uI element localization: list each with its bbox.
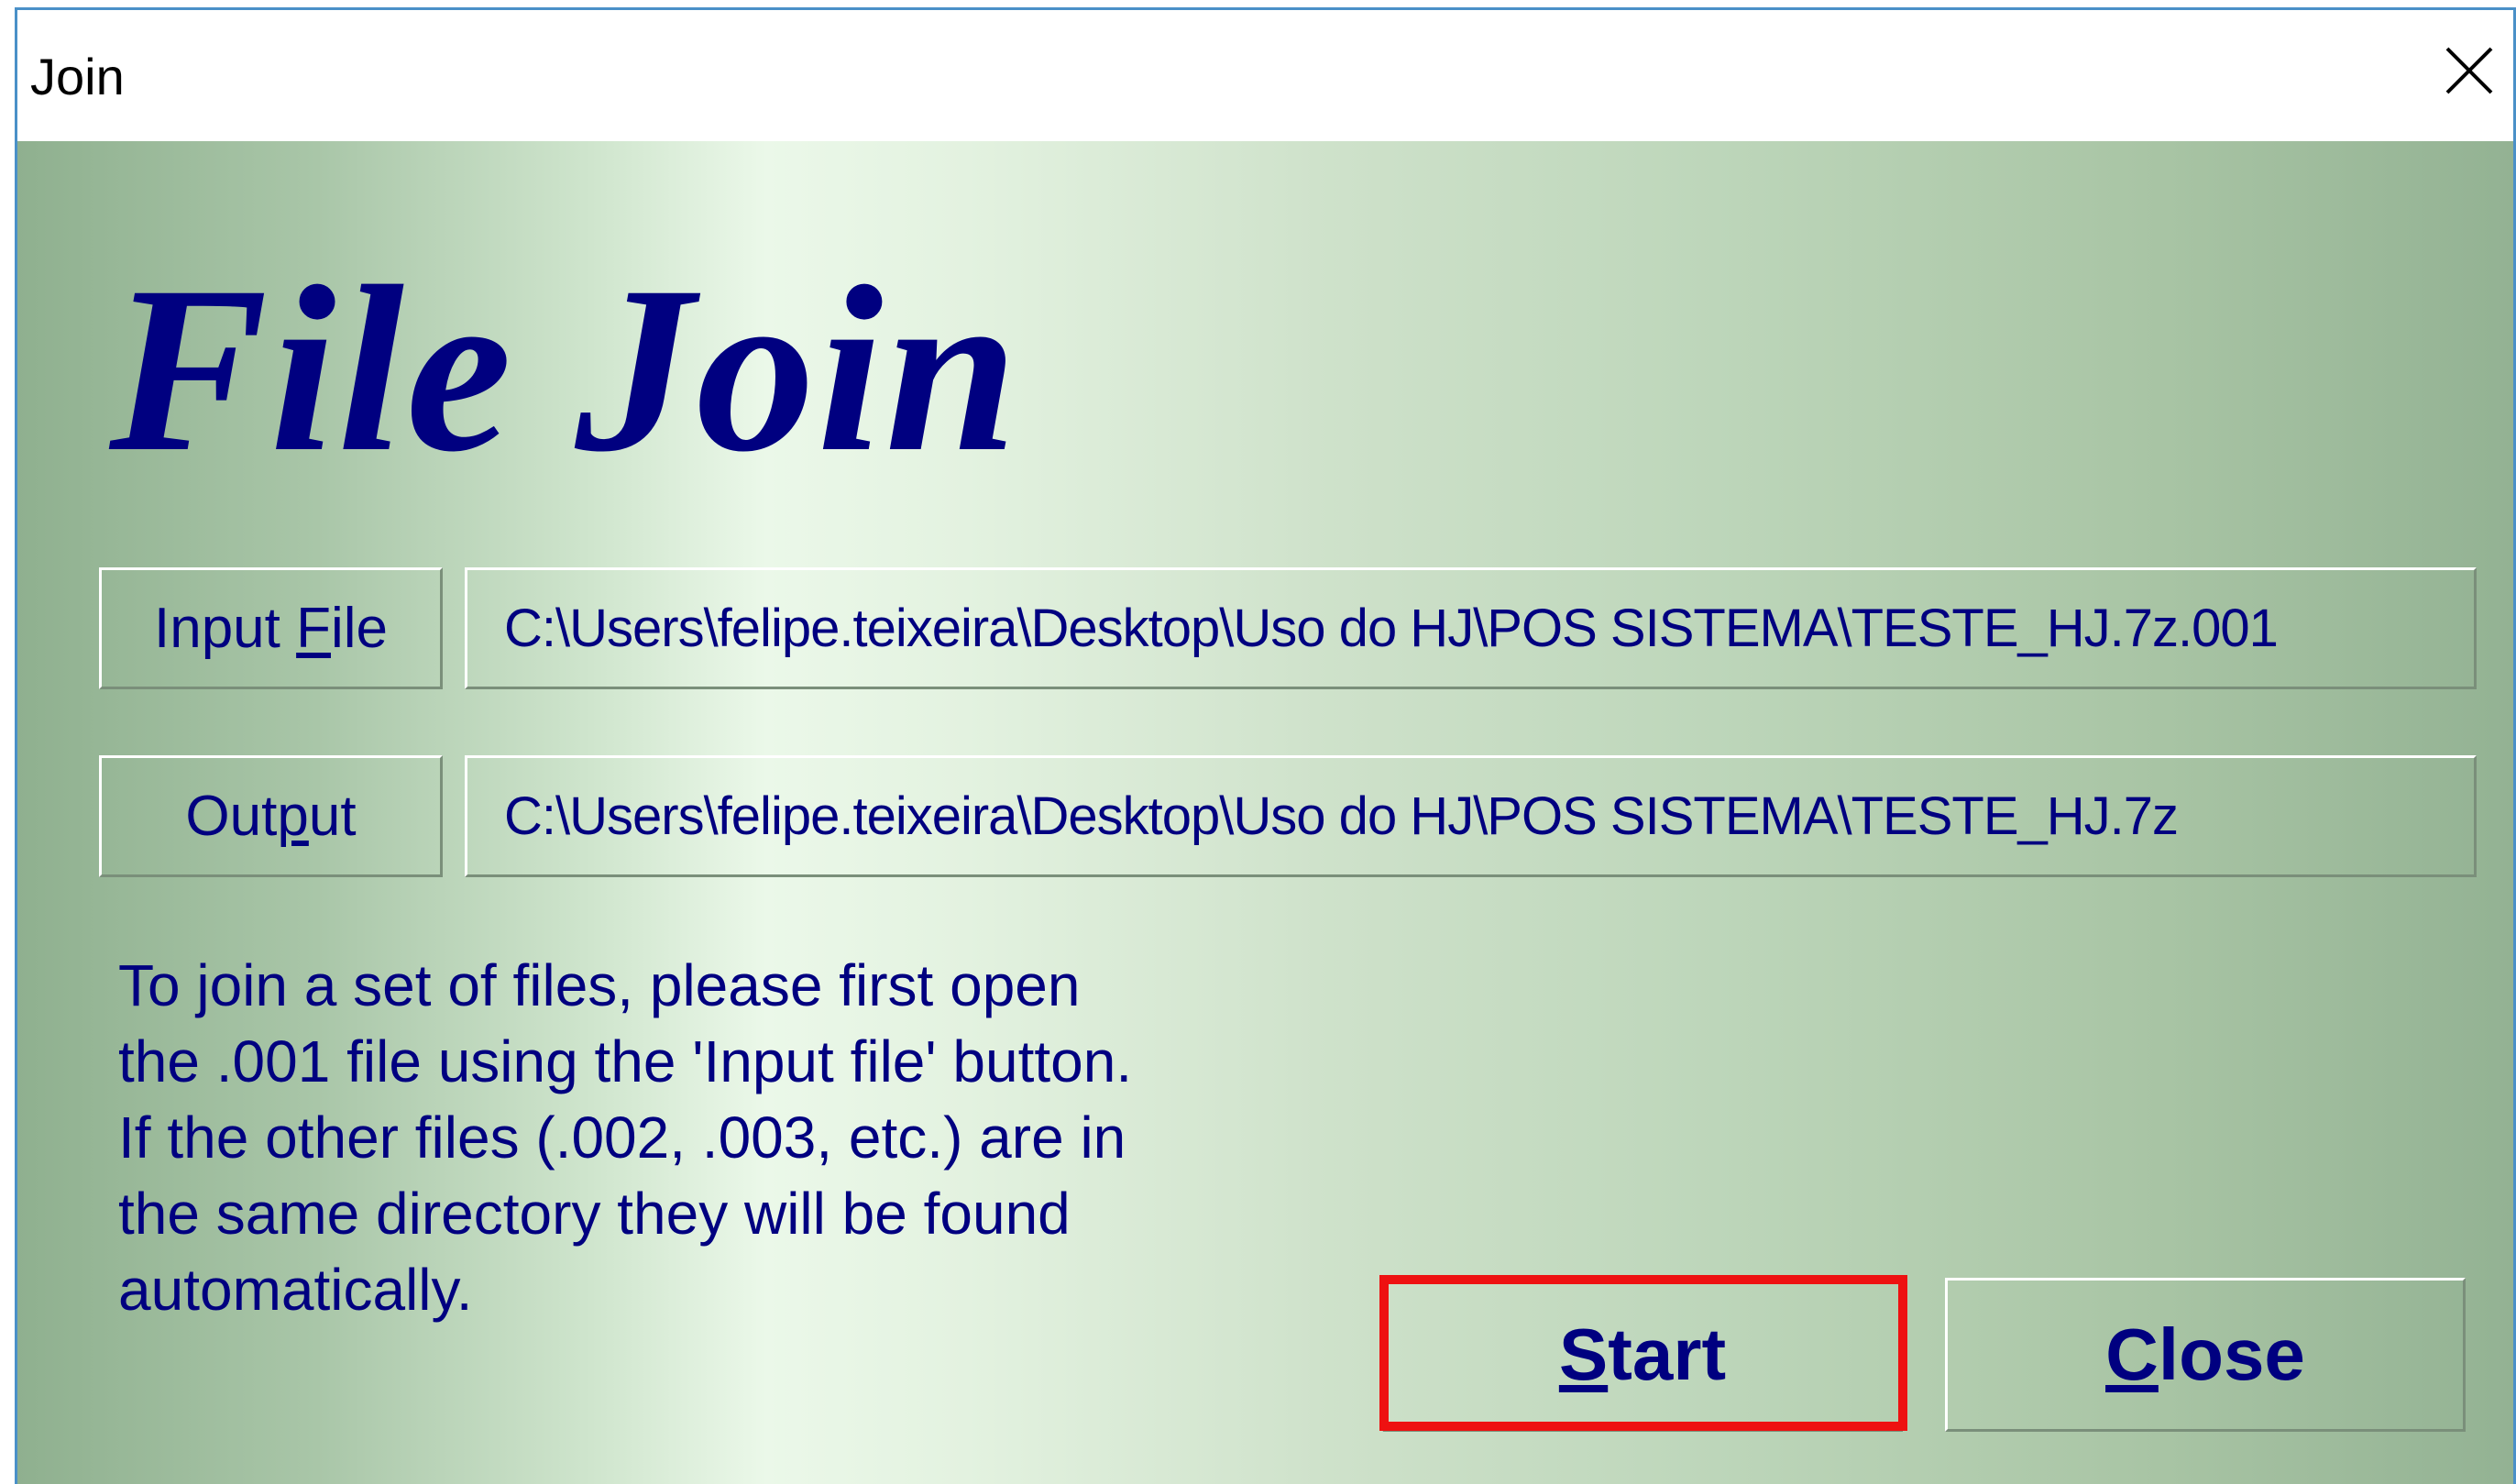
close-icon[interactable] (2442, 43, 2497, 98)
instructions-line: automatically. (118, 1257, 473, 1323)
instructions-line: To join a set of files, please first ope… (118, 952, 1081, 1018)
output-path[interactable]: C:\Users\felipe.teixeira\Desktop\Uso do … (465, 755, 2477, 877)
instructions-line: If the other files (.002, .003, etc.) ar… (118, 1105, 1126, 1171)
output-button[interactable]: Output (99, 755, 443, 877)
instructions-text: To join a set of files, please first ope… (118, 948, 1264, 1328)
start-button-label: Start (1558, 1314, 1727, 1395)
input-file-path[interactable]: C:\Users\felipe.teixeira\Desktop\Uso do … (465, 567, 2477, 689)
close-button-label: Close (2105, 1314, 2305, 1395)
instructions-line: the .001 file using the 'Input file' but… (118, 1028, 1133, 1094)
close-button[interactable]: Close (1945, 1278, 2466, 1432)
output-button-label: Output (185, 785, 357, 848)
dialog-body: File Join Input File C:\Users\felipe.tei… (17, 141, 2513, 1484)
window-title: Join (30, 48, 125, 105)
instructions-line: the same directory they will be found (118, 1181, 1071, 1247)
input-file-button[interactable]: Input File (99, 567, 443, 689)
title-bar[interactable]: Join (17, 10, 2513, 141)
input-file-button-label: Input File (153, 597, 389, 660)
join-window: Join File Join Input File C:\Users\felip… (15, 7, 2516, 1484)
app-heading: File Join (109, 237, 1020, 501)
start-button[interactable]: Start (1382, 1278, 1903, 1432)
close-icon-glyph (2445, 47, 2493, 94)
